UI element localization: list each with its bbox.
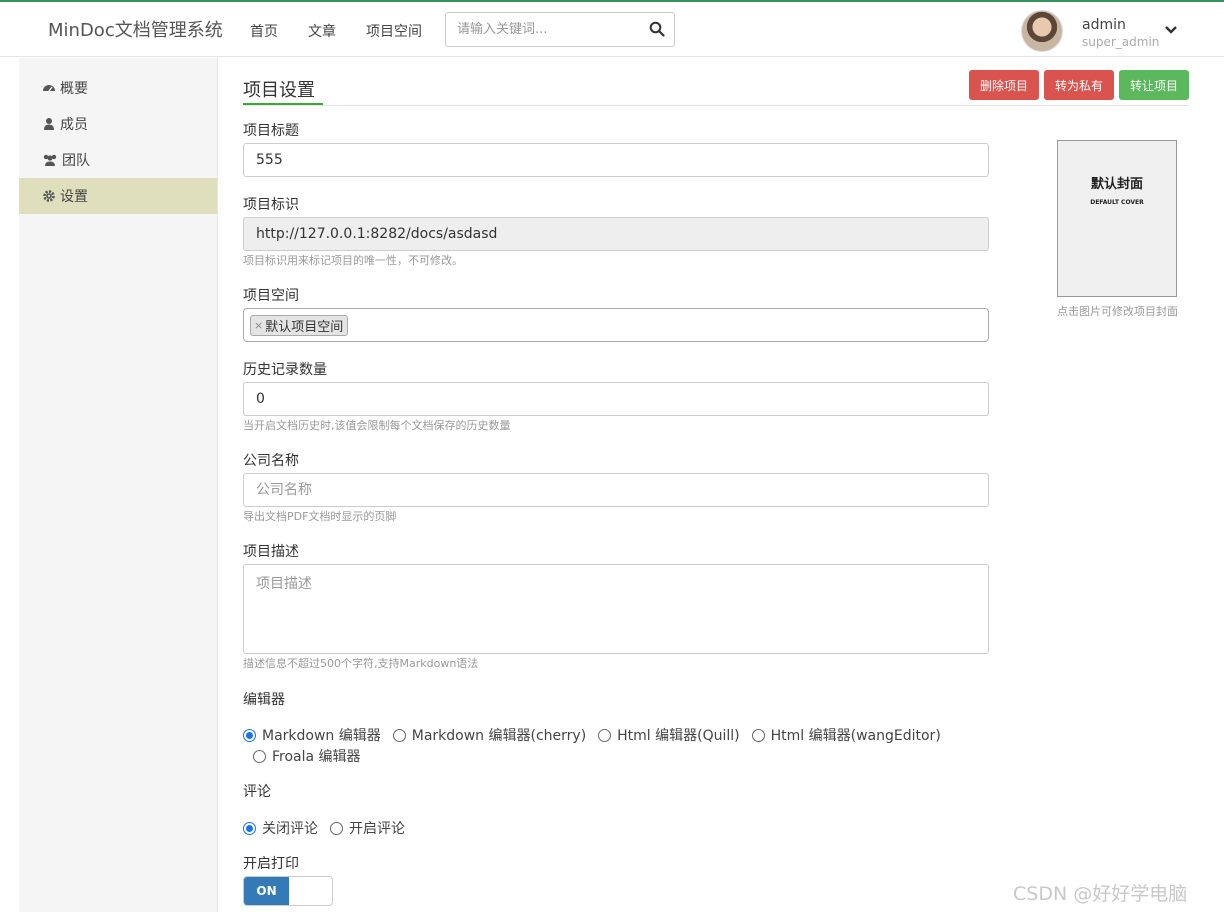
radio-label: Html 编辑器(wangEditor)	[770, 728, 941, 744]
sidebar: 概要 成员 团队 设置	[19, 58, 218, 912]
radio-unchecked[interactable]	[751, 728, 765, 742]
radio-unchecked[interactable]	[392, 728, 406, 742]
sidebar-item-label: 成员	[60, 117, 88, 133]
description-help-text: 描述信息不超过500个字符,支持Markdown语法	[243, 657, 479, 670]
cover-hint: 点击图片可修改项目封面	[1057, 305, 1178, 318]
history-help-text: 当开启文档历史时,该值会限制每个文档保存的历史数量	[243, 419, 511, 432]
sidebar-item-overview[interactable]: 概要	[19, 70, 217, 106]
radio-checked[interactable]	[243, 728, 256, 742]
project-identifier-input[interactable]	[243, 217, 989, 251]
nav-project-space[interactable]: 项目空间	[366, 21, 422, 41]
print-label: 开启打印	[243, 856, 299, 872]
history-count-label: 历史记录数量	[243, 362, 327, 378]
company-name-input[interactable]	[243, 473, 989, 507]
sidebar-item-team[interactable]: 团队	[19, 142, 217, 178]
sidebar-item-label: 团队	[62, 153, 90, 169]
print-toggle[interactable]: ON	[243, 876, 333, 906]
company-help-text: 导出文档PDF文档时显示的页脚	[243, 510, 397, 523]
nav-articles[interactable]: 文章	[308, 21, 336, 41]
history-count-input[interactable]	[243, 382, 989, 416]
page-title: 项目设置	[243, 80, 315, 101]
radio-checked[interactable]	[243, 821, 256, 835]
space-tag-label: 默认项目空间	[265, 320, 344, 335]
sidebar-item-label: 设置	[60, 189, 88, 205]
search-icon[interactable]	[649, 21, 665, 37]
cover-title: 默认封面	[1090, 177, 1143, 192]
comment-option-on[interactable]: 开启评论	[330, 818, 405, 838]
toggle-on-label: ON	[244, 877, 289, 905]
space-tag: × 默认项目空间	[250, 315, 349, 336]
project-space-label: 项目空间	[243, 288, 299, 304]
top-navbar: MinDoc文档管理系统 首页 文章 项目空间 admin super_admi…	[0, 0, 1224, 57]
radio-label: Markdown 编辑器	[262, 728, 381, 744]
radio-label: 开启评论	[349, 821, 405, 837]
project-description-textarea[interactable]	[243, 564, 989, 654]
search-input[interactable]	[457, 22, 647, 37]
transfer-project-button[interactable]: 转让项目	[1119, 70, 1189, 100]
editor-option-quill[interactable]: Html 编辑器(Quill)	[598, 725, 740, 745]
comment-label: 评论	[243, 784, 271, 800]
radio-unchecked[interactable]	[330, 821, 343, 835]
sidebar-item-label: 概要	[60, 81, 88, 97]
watermark: CSDN @好好学电脑	[1013, 883, 1188, 905]
editor-radio-group-row2: Froala 编辑器	[253, 746, 373, 766]
project-description-label: 项目描述	[243, 544, 299, 560]
cover-image[interactable]: 默认封面 DEFAULT COVER	[1057, 140, 1177, 297]
editor-option-markdown[interactable]: Markdown 编辑器	[243, 725, 381, 745]
sidebar-item-members[interactable]: 成员	[19, 106, 217, 142]
remove-tag-icon[interactable]: ×	[254, 319, 263, 332]
chevron-down-icon[interactable]	[1164, 24, 1178, 36]
sidebar-item-settings[interactable]: 设置	[19, 178, 217, 214]
divider	[243, 105, 1189, 106]
editor-option-froala[interactable]: Froala 编辑器	[253, 746, 361, 766]
editor-radio-group: Markdown 编辑器 Markdown 编辑器(cherry) Html 编…	[243, 725, 953, 745]
radio-unchecked[interactable]	[253, 749, 266, 763]
cover-subtitle: DEFAULT COVER	[1090, 199, 1144, 206]
comment-option-off[interactable]: 关闭评论	[243, 818, 318, 838]
editor-label: 编辑器	[243, 692, 285, 708]
users-icon	[43, 154, 57, 166]
project-identifier-label: 项目标识	[243, 197, 299, 213]
radio-unchecked[interactable]	[598, 728, 612, 742]
nav-home[interactable]: 首页	[250, 21, 278, 41]
identifier-help-text: 项目标识用来标记项目的唯一性，不可修改。	[243, 254, 463, 267]
project-space-select[interactable]: × 默认项目空间	[243, 308, 989, 342]
user-role: super_admin	[1082, 35, 1160, 49]
brand-logo[interactable]: MinDoc文档管理系统	[48, 16, 223, 42]
company-name-label: 公司名称	[243, 453, 299, 469]
make-private-button[interactable]: 转为私有	[1044, 70, 1114, 100]
editor-option-cherry[interactable]: Markdown 编辑器(cherry)	[392, 725, 587, 745]
editor-option-wangeditor[interactable]: Html 编辑器(wangEditor)	[751, 725, 941, 745]
radio-label: Markdown 编辑器(cherry)	[411, 728, 587, 744]
comment-radio-group: 关闭评论 开启评论	[243, 818, 417, 838]
radio-label: Html 编辑器(Quill)	[617, 728, 740, 744]
delete-project-button[interactable]: 删除项目	[969, 70, 1039, 100]
project-title-input[interactable]	[243, 143, 989, 177]
radio-label: 关闭评论	[262, 821, 318, 837]
user-icon	[44, 118, 54, 130]
radio-label: Froala 编辑器	[272, 749, 361, 765]
project-title-label: 项目标题	[243, 123, 299, 139]
user-name[interactable]: admin	[1082, 17, 1126, 33]
dashboard-icon	[43, 85, 55, 92]
gear-icon	[43, 190, 55, 202]
avatar[interactable]	[1021, 10, 1063, 52]
search-box	[445, 12, 675, 47]
